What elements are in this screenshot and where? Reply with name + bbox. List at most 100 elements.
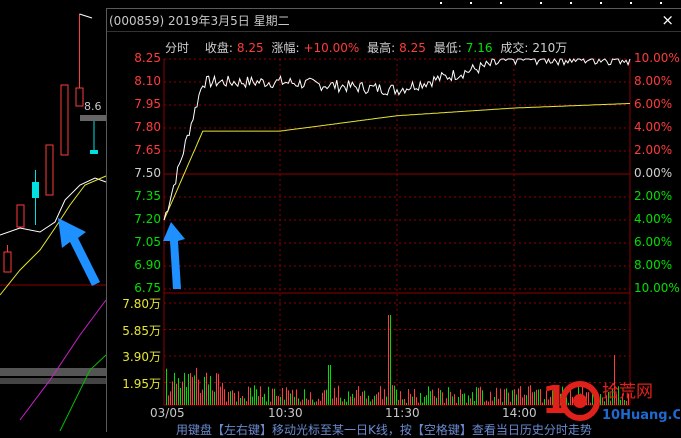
volume-bar — [402, 399, 403, 405]
watermark-logo: 1 拾荒网 10Huang.CN — [542, 378, 680, 423]
intraday-popup-window[interactable]: (000859) 2019年3月5日 星期二 × 分时 收盘: 8.25 涨幅: +… — [106, 8, 681, 432]
volume-label: 成交: — [500, 41, 529, 55]
intraday-chart[interactable] — [107, 9, 681, 432]
volume-bar — [366, 398, 367, 405]
volume-bar — [272, 388, 273, 405]
volume-bar — [524, 394, 525, 405]
volume-bar — [316, 401, 317, 405]
volume-bar — [526, 395, 527, 405]
volume-bar — [430, 391, 431, 405]
volume-bar — [178, 378, 179, 405]
volume-bar — [336, 397, 337, 405]
volume-bar — [442, 392, 443, 405]
volume-bar — [464, 393, 465, 405]
price-tick: 6.90 — [134, 258, 161, 272]
volume-bar — [350, 396, 351, 405]
volume-bar — [204, 376, 205, 405]
volume-bar — [274, 388, 275, 405]
volume-bar — [346, 401, 347, 405]
volume-bar — [308, 399, 309, 405]
price-tick: 7.50 — [134, 166, 161, 180]
volume-bar — [436, 397, 437, 405]
volume-bar — [234, 392, 235, 405]
volume-bar — [418, 402, 419, 405]
volume-bar — [174, 372, 175, 405]
volume-bar — [428, 386, 429, 405]
volume-bar — [502, 402, 503, 405]
volume-bar — [470, 398, 471, 405]
volume-bar — [368, 395, 369, 405]
volume-bar — [318, 398, 319, 405]
price-tick: 7.65 — [134, 143, 161, 157]
volume-bar — [244, 398, 245, 405]
volume-bar — [202, 389, 203, 405]
time-tick: 10:30 — [268, 406, 303, 420]
volume-bar — [438, 388, 439, 405]
volume-tick: 5.85万 — [122, 323, 161, 338]
volume-bar — [228, 392, 229, 405]
volume-bar — [440, 390, 441, 405]
volume-bar — [474, 400, 475, 405]
close-value: 8.25 — [236, 41, 264, 55]
volume-bar — [410, 393, 411, 405]
title-bar[interactable]: (000859) 2019年3月5日 星期二 × — [107, 9, 681, 32]
svg-text:10Huang.CN: 10Huang.CN — [602, 408, 680, 423]
volume-bar — [266, 401, 267, 405]
percent-tick: 2.00% — [634, 143, 673, 157]
volume-bar — [538, 389, 539, 405]
percent-tick: 6.00% — [634, 235, 673, 249]
volume-bar — [444, 402, 445, 405]
volume-bar — [242, 395, 243, 405]
volume-bar — [214, 391, 215, 405]
volume-bar — [450, 391, 451, 405]
volume-bar — [290, 393, 291, 405]
volume-bar — [500, 388, 501, 405]
price-line — [163, 57, 631, 221]
volume-bar — [182, 381, 183, 405]
info-bar: 分时 收盘: 8.25 涨幅: +10.00% 最高: 8.25 最低: 7.16 成交… — [165, 39, 571, 56]
volume-bar — [488, 401, 489, 405]
volume-bar — [304, 389, 305, 405]
volume-tick: 3.90万 — [122, 350, 161, 364]
volume-bar — [324, 390, 325, 405]
volume-bar — [342, 401, 343, 405]
volume-bar — [380, 386, 381, 405]
volume-bar — [248, 386, 249, 405]
volume-bar — [284, 399, 285, 405]
volume-bar — [390, 315, 391, 405]
percent-tick: 4.00% — [634, 120, 673, 134]
top-markers — [440, 2, 662, 4]
volume-bar — [216, 373, 217, 405]
volume-bar — [348, 391, 349, 405]
volume-bar — [462, 394, 463, 405]
volume-bar — [386, 396, 387, 405]
volume-bar — [356, 390, 357, 405]
volume-bar — [212, 390, 213, 405]
volume-bar — [168, 395, 169, 405]
volume-bar — [518, 388, 519, 405]
volume-bar — [286, 387, 287, 405]
close-button[interactable]: × — [661, 11, 674, 29]
volume-bar — [354, 397, 355, 405]
percent-tick: 6.00% — [634, 97, 673, 111]
volume-bar — [352, 393, 353, 405]
volume-bar — [494, 396, 495, 405]
volume-bar — [456, 402, 457, 405]
close-label: 收盘: — [204, 41, 233, 55]
volume-bar — [224, 389, 225, 405]
volume-bar — [426, 395, 427, 405]
volume-bar — [322, 392, 323, 405]
volume-bar — [190, 373, 191, 405]
volume-bar — [528, 386, 529, 405]
volume-bar — [398, 399, 399, 405]
price-tick: 7.05 — [134, 235, 161, 249]
volume-bar — [186, 386, 187, 405]
volume-bar — [482, 390, 483, 405]
percent-tick: 8.00% — [634, 74, 673, 88]
percent-tick: 8.00% — [634, 258, 673, 272]
volume-tick: 1.95万 — [122, 376, 161, 391]
volume-bar — [296, 389, 297, 405]
volume-bar — [206, 372, 207, 405]
time-tick: 11:30 — [385, 406, 420, 420]
volume-bar — [282, 387, 283, 405]
